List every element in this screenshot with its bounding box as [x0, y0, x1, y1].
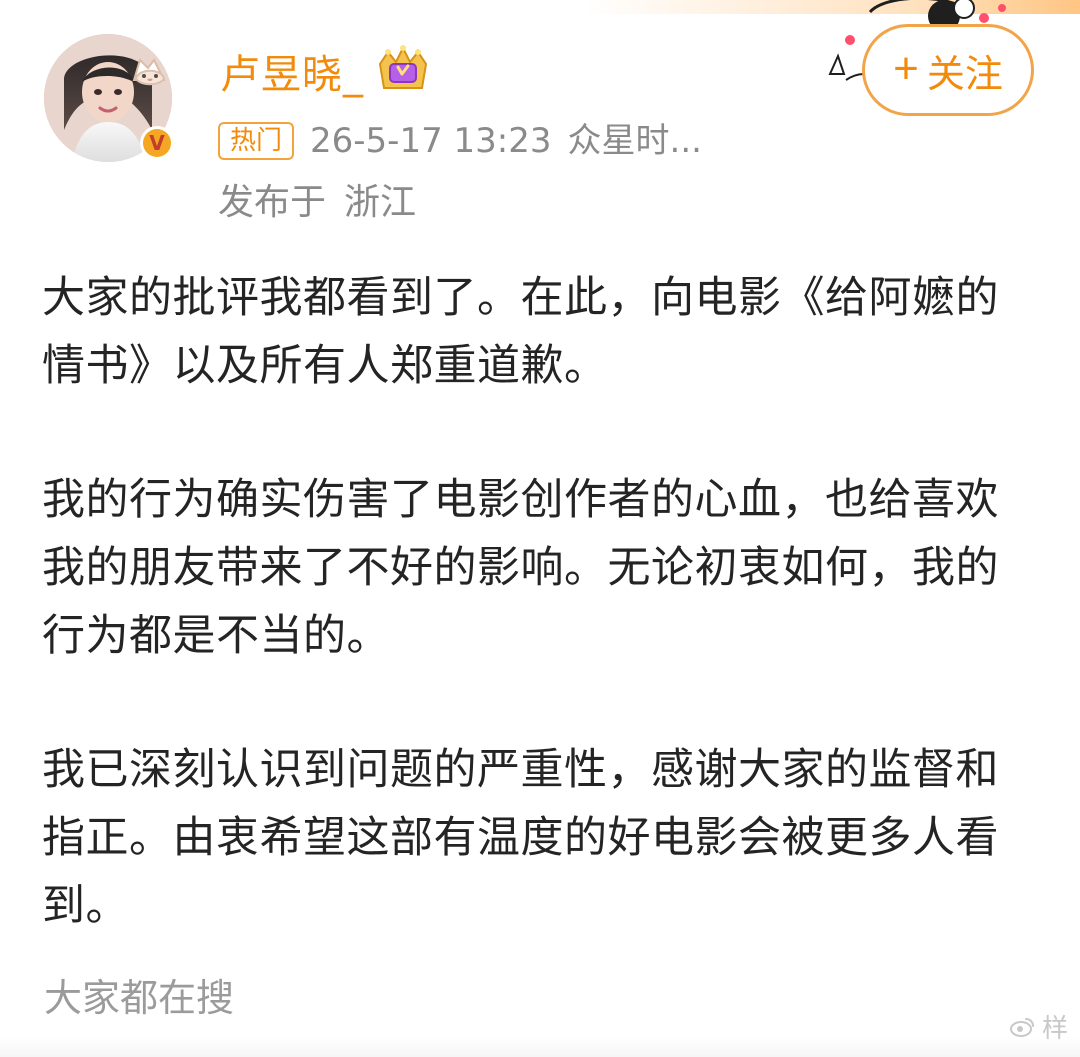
hot-badge: 热门: [218, 122, 295, 160]
post-paragraph-1: 大家的批评我都看到了。在此，向电影《给阿嬷的情书》以及所有人郑重道歉。: [42, 273, 999, 391]
post-header: V 卢昱晓_ 热门 26-5-17 13:23 众星时... 发布于 浙江 + …: [0, 0, 1080, 250]
author-avatar[interactable]: V: [44, 34, 174, 162]
cat-ear-icon: [132, 58, 166, 86]
post-meta-row: 热门 26-5-17 13:23 众星时...: [218, 118, 702, 164]
location-value: 浙江: [344, 182, 417, 223]
weibo-icon: [1009, 1017, 1034, 1037]
location-row: 发布于 浙江: [218, 170, 416, 228]
verified-badge-icon: V: [140, 126, 174, 160]
location-label: 发布于: [218, 182, 327, 223]
follow-button[interactable]: + 关注: [862, 24, 1034, 116]
author-name[interactable]: 卢昱晓_: [220, 42, 364, 100]
post-time: 26-5-17 13:23: [310, 121, 552, 161]
post-source: 众星时...: [567, 121, 702, 161]
plus-icon: +: [893, 43, 919, 93]
crown-badge-icon: [378, 45, 428, 89]
post-paragraph-3: 我已深刻认识到问题的严重性，感谢大家的监督和指正。由衷希望这部有温度的好电影会被…: [42, 745, 999, 931]
author-name-row: 卢昱晓_: [220, 36, 434, 106]
post-content: 大家的批评我都看到了。在此，向电影《给阿嬷的情书》以及所有人郑重道歉。 我的行为…: [42, 264, 1017, 940]
bottom-fade-bar: [0, 1036, 1080, 1057]
trending-search-label[interactable]: 大家都在搜: [44, 974, 234, 1022]
post-paragraph-2: 我的行为确实伤害了电影创作者的心血，也给喜欢我的朋友带来了不好的影响。无论初衷如…: [42, 475, 999, 661]
follow-label: 关注: [926, 53, 1003, 96]
